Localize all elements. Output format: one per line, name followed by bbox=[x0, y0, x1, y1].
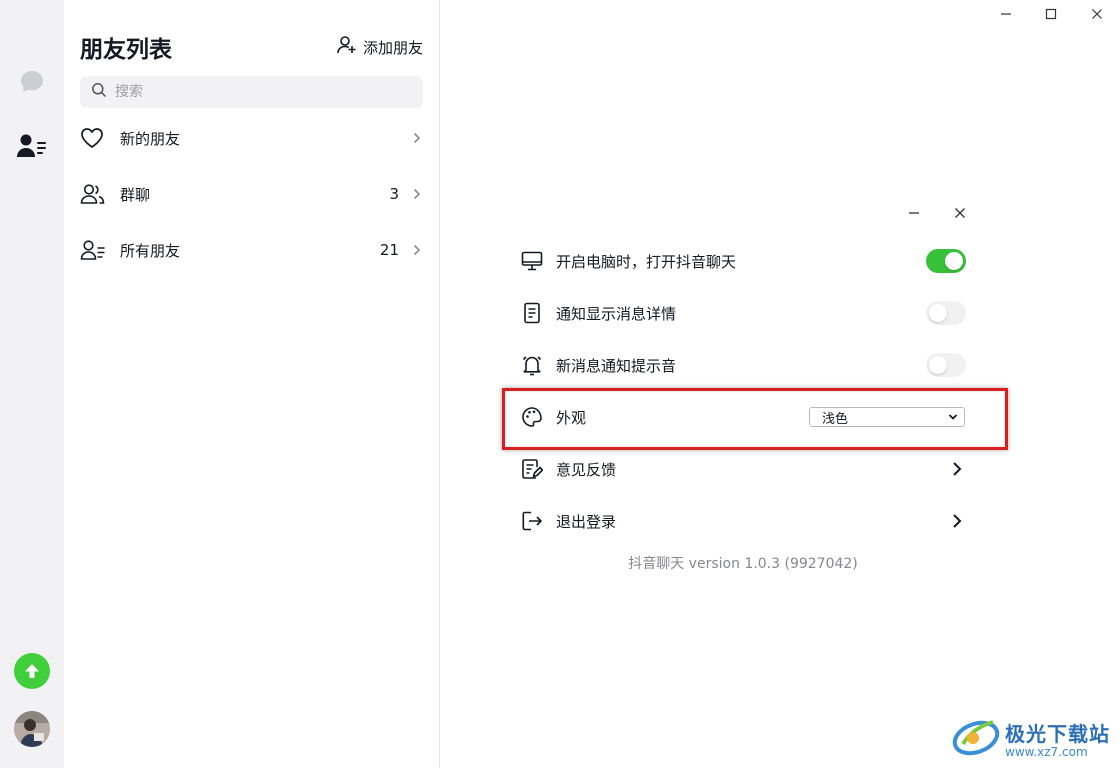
list-item-count: 3 bbox=[389, 185, 399, 203]
heart-icon bbox=[80, 127, 110, 149]
close-window-button[interactable] bbox=[1087, 4, 1107, 24]
toggle-knob bbox=[945, 252, 963, 270]
chevron-right-icon bbox=[950, 461, 964, 477]
watermark-url: www.xz7.com bbox=[1005, 744, 1088, 759]
setting-row-autostart: 开启电脑时，打开抖音聊天 bbox=[520, 241, 966, 281]
contacts-icon bbox=[80, 239, 110, 261]
add-user-icon bbox=[337, 35, 357, 59]
search-input[interactable] bbox=[115, 84, 395, 100]
bell-icon bbox=[520, 353, 544, 377]
appearance-select-value: 浅色 bbox=[822, 411, 849, 427]
chevron-right-icon bbox=[411, 244, 423, 256]
appearance-select[interactable]: 浅色 bbox=[809, 407, 965, 427]
autostart-toggle[interactable] bbox=[926, 249, 966, 273]
upgrade-arrow-icon[interactable] bbox=[14, 653, 50, 689]
setting-row-notification-sound: 新消息通知提示音 bbox=[520, 345, 966, 385]
setting-label: 退出登录 bbox=[556, 512, 617, 531]
page-title: 朋友列表 bbox=[80, 37, 172, 63]
close-icon bbox=[1091, 5, 1103, 24]
chevron-down-icon bbox=[948, 410, 958, 425]
chevron-right-icon bbox=[411, 188, 423, 200]
list-item-new-friends[interactable]: 新的朋友 bbox=[80, 114, 423, 162]
toggle-knob bbox=[929, 304, 947, 322]
search-icon bbox=[91, 82, 107, 102]
minimize-icon bbox=[1000, 5, 1012, 24]
setting-label: 意见反馈 bbox=[556, 460, 617, 479]
minimize-button[interactable] bbox=[996, 4, 1016, 24]
watermark-text: 极光下载站 www.xz7.com bbox=[1005, 718, 1110, 759]
logout-icon bbox=[520, 509, 544, 533]
group-icon bbox=[80, 183, 110, 205]
list-item-all-friends[interactable]: 所有朋友 21 bbox=[80, 226, 423, 274]
minimize-icon bbox=[908, 204, 920, 223]
search-box[interactable] bbox=[80, 76, 423, 108]
watermark-logo-icon bbox=[951, 714, 1001, 762]
toggle-knob bbox=[929, 356, 947, 374]
maximize-button[interactable] bbox=[1041, 4, 1061, 24]
monitor-icon bbox=[520, 249, 544, 273]
chevron-right-icon bbox=[950, 513, 964, 529]
chevron-right-icon bbox=[411, 132, 423, 144]
setting-label: 开启电脑时，打开抖音聊天 bbox=[556, 252, 737, 271]
close-icon bbox=[954, 204, 966, 223]
feedback-icon bbox=[520, 457, 544, 481]
setting-row-feedback[interactable]: 意见反馈 bbox=[520, 449, 966, 489]
dialog-close-button[interactable] bbox=[951, 204, 969, 222]
watermark-title: 极光下载站 bbox=[1005, 721, 1110, 746]
setting-row-notification-details: 通知显示消息详情 bbox=[520, 293, 966, 333]
list-item-count: 21 bbox=[379, 241, 399, 259]
notification-details-toggle[interactable] bbox=[926, 301, 966, 325]
setting-label: 通知显示消息详情 bbox=[556, 304, 677, 323]
setting-row-appearance: 外观 浅色 bbox=[520, 397, 966, 437]
palette-icon bbox=[520, 405, 544, 429]
maximize-icon bbox=[1045, 5, 1057, 24]
avatar[interactable] bbox=[14, 711, 50, 747]
document-icon bbox=[520, 301, 544, 325]
setting-row-logout[interactable]: 退出登录 bbox=[520, 501, 966, 541]
add-friend-button[interactable]: 添加朋友 bbox=[337, 35, 423, 59]
friend-list-panel: 朋友列表 添加朋友 新的朋友 群 bbox=[64, 0, 440, 768]
version-text: 抖音聊天 version 1.0.3 (9927042) bbox=[628, 556, 858, 572]
list-item-group-chats[interactable]: 群聊 3 bbox=[80, 170, 423, 218]
add-friend-label: 添加朋友 bbox=[362, 38, 423, 57]
list-item-label: 所有朋友 bbox=[120, 241, 181, 260]
chat-bubble-icon[interactable] bbox=[16, 66, 48, 98]
notification-sound-toggle[interactable] bbox=[926, 353, 966, 377]
contacts-icon[interactable] bbox=[16, 130, 48, 162]
app-window: 朋友列表 添加朋友 新的朋友 群 bbox=[0, 0, 1120, 768]
setting-label: 新消息通知提示音 bbox=[556, 356, 677, 375]
watermark: 极光下载站 www.xz7.com bbox=[951, 714, 1110, 762]
setting-label: 外观 bbox=[556, 408, 587, 427]
list-item-label: 新的朋友 bbox=[120, 129, 181, 148]
left-rail bbox=[0, 0, 64, 768]
list-item-label: 群聊 bbox=[120, 185, 151, 204]
dialog-minimize-button[interactable] bbox=[905, 204, 923, 222]
